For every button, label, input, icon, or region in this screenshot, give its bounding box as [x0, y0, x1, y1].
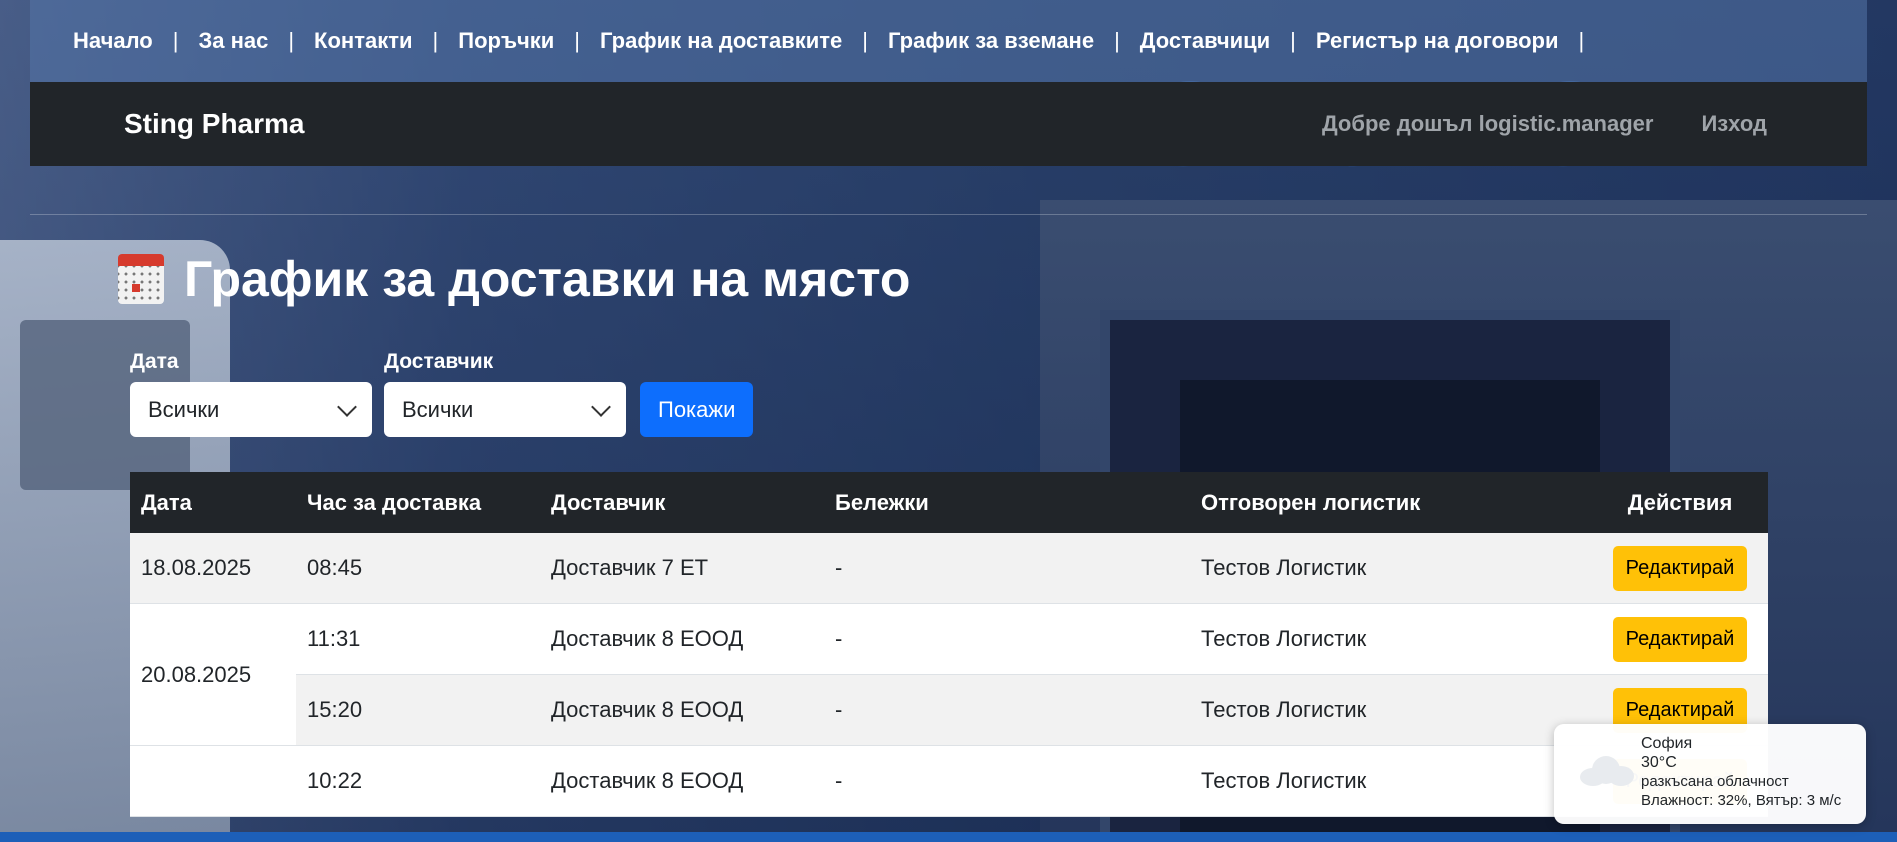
- calendar-icon: [118, 254, 164, 304]
- chevron-down-icon: [337, 396, 357, 417]
- supplier-filter-label: Доставчик: [384, 350, 494, 373]
- cell-time: 11:31: [296, 603, 540, 675]
- supplier-filter-select[interactable]: Всички: [384, 382, 626, 437]
- date-filter-value: Всички: [148, 396, 220, 422]
- cell-date: 20.08.2025: [130, 603, 296, 746]
- column-header-actions: Действия: [1592, 472, 1768, 533]
- cell-supplier: Доставчик 8 ЕООД: [540, 603, 824, 675]
- date-filter-select[interactable]: Всички: [130, 382, 372, 437]
- weather-temperature: 30°C: [1641, 754, 1677, 771]
- table-row: 20.08.2025 11:31 Доставчик 8 ЕООД - Тест…: [130, 603, 1768, 746]
- table-row: 10:22 Доставчик 8 ЕООД - Тестов Логистик…: [130, 745, 1768, 817]
- filter-bar: Дата Всички Доставчик Всички Покажи: [130, 350, 754, 437]
- cloud-icon: [1580, 756, 1634, 786]
- weather-description: разкъсана облачност: [1641, 773, 1789, 790]
- logout-link[interactable]: Изход: [1701, 111, 1767, 137]
- cell-logistic: Тестов Логистик: [1190, 533, 1592, 604]
- nav-separator: |: [432, 28, 439, 53]
- app-header: Sting Pharma Добре дошъл logistic.manage…: [30, 82, 1867, 166]
- delivery-schedule-table: Дата Час за доставка Доставчик Бележки О…: [130, 472, 1768, 817]
- column-header-logistic: Отговорен логистик: [1190, 472, 1592, 533]
- cell-time: 08:45: [296, 533, 540, 604]
- edit-button[interactable]: Редактирай: [1612, 616, 1748, 662]
- table-row: 18.08.2025 08:45 Доставчик 7 ЕТ - Тестов…: [130, 533, 1768, 604]
- date-filter-label: Дата: [130, 350, 179, 373]
- cell-date: [130, 745, 296, 817]
- cell-notes: -: [824, 603, 1190, 675]
- brand-logo[interactable]: Sting Pharma: [124, 108, 304, 140]
- cell-logistic: Тестов Логистик: [1190, 674, 1592, 746]
- cell-time: 15:20: [296, 674, 540, 746]
- show-button[interactable]: Покажи: [640, 382, 754, 437]
- edit-button[interactable]: Редактирай: [1612, 545, 1748, 591]
- cell-supplier: Доставчик 8 ЕООД: [540, 745, 824, 817]
- column-header-supplier: Доставчик: [540, 472, 824, 533]
- cell-supplier: Доставчик 7 ЕТ: [540, 533, 824, 604]
- page-title: График за доставки на място: [184, 251, 911, 307]
- nav-link-suppliers[interactable]: Доставчици: [1140, 28, 1270, 54]
- column-header-notes: Бележки: [824, 472, 1190, 533]
- weather-widget: София 30°C разкъсана облачност Влажност:…: [1554, 724, 1866, 824]
- top-navigation: Начало | За нас | Контакти | Поръчки | Графи…: [30, 0, 1867, 82]
- page-title-row: График за доставки на място: [118, 250, 910, 308]
- nav-link-pickup-schedule[interactable]: График за вземане: [888, 28, 1094, 54]
- cell-logistic: Тестов Логистик: [1190, 745, 1592, 817]
- cell-date: 18.08.2025: [130, 533, 296, 604]
- nav-separator: |: [1114, 28, 1120, 53]
- table-row: 15:20 Доставчик 8 ЕООД - Тестов Логистик…: [130, 674, 1768, 746]
- nav-link-orders[interactable]: Поръчки: [458, 28, 554, 54]
- nav-link-about[interactable]: За нас: [198, 28, 268, 54]
- supplier-filter-value: Всички: [402, 396, 474, 422]
- nav-link-home[interactable]: Начало: [73, 28, 153, 54]
- cell-notes: -: [824, 674, 1190, 746]
- cell-notes: -: [824, 533, 1190, 604]
- cell-notes: -: [824, 745, 1190, 817]
- cell-time: 10:22: [296, 745, 540, 817]
- nav-separator: |: [862, 28, 869, 53]
- weather-details: Влажност: 32%, Вятър: 3 м/с: [1641, 792, 1842, 809]
- chevron-down-icon: [591, 396, 611, 417]
- nav-separator: |: [1578, 28, 1585, 53]
- divider: [30, 214, 1867, 215]
- column-header-date: Дата: [130, 472, 296, 533]
- cell-supplier: Доставчик 8 ЕООД: [540, 674, 824, 746]
- cell-logistic: Тестов Логистик: [1190, 603, 1592, 675]
- nav-link-contacts[interactable]: Контакти: [314, 28, 412, 54]
- weather-city: София: [1641, 735, 1693, 752]
- nav-separator: |: [288, 28, 295, 53]
- nav-separator: |: [1290, 28, 1296, 53]
- nav-link-contracts-register[interactable]: Регистър на договори: [1316, 28, 1559, 54]
- table-header-row: Дата Час за доставка Доставчик Бележки О…: [130, 472, 1768, 533]
- column-header-time: Час за доставка: [296, 472, 540, 533]
- nav-link-delivery-schedule[interactable]: График на доставките: [600, 28, 842, 54]
- welcome-message: Добре дошъл logistic.manager: [1321, 111, 1654, 136]
- nav-separator: |: [172, 28, 179, 53]
- nav-separator: |: [574, 28, 581, 53]
